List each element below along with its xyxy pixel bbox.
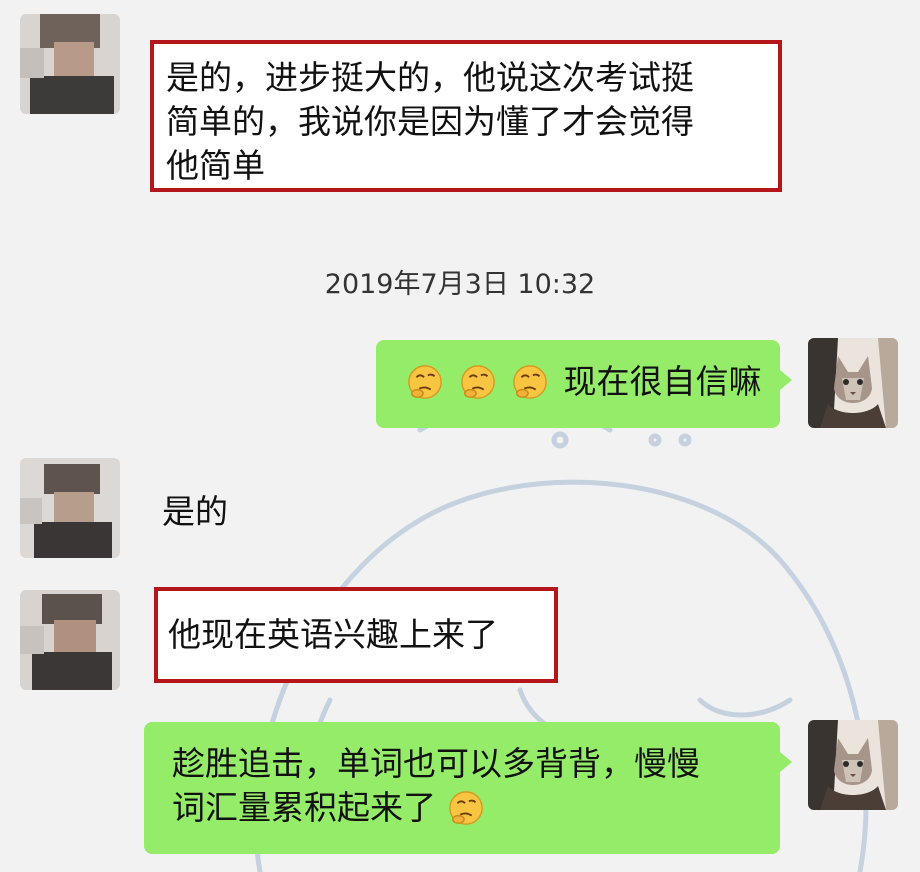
message-text-line: 词汇量累积起来了 [172, 788, 436, 827]
message-text-line: 是的，进步挺大的，他说这次考试挺 [166, 58, 694, 97]
thinking-face-emoji-icon [436, 788, 489, 827]
message-text-line: 趁胜追击，单词也可以多背背，慢慢 [172, 744, 700, 783]
cat-photo-icon [808, 338, 898, 428]
chat-timestamp: 2019年7月3日 10:32 [324, 269, 596, 300]
message-bubble-sent: 现在很自信嘛 [376, 340, 792, 428]
message-text: 现在很自信嘛 [563, 362, 762, 401]
contact-avatar[interactable] [20, 14, 120, 114]
message-bubble-received: 是的 [162, 490, 282, 534]
message-text: 是的 [162, 492, 228, 531]
thinking-face-emoji-icon [459, 362, 512, 401]
message-text: 他现在英语兴趣上来了 [168, 615, 498, 654]
thinking-face-emoji-icon [511, 362, 564, 401]
cat-photo-icon [808, 720, 898, 810]
my-avatar[interactable] [808, 338, 898, 428]
message-bubble-sent: 趁胜追击，单词也可以多背背，慢慢 词汇量累积起来了 [144, 722, 792, 854]
message-text-line: 他简单 [166, 146, 265, 185]
thinking-face-emoji-icon [406, 362, 459, 401]
message-bubble-received-highlighted: 是的，进步挺大的，他说这次考试挺 简单的，我说你是因为懂了才会觉得 他简单 [150, 40, 782, 192]
contact-avatar[interactable] [20, 590, 120, 690]
message-bubble-received-highlighted: 他现在英语兴趣上来了 [154, 587, 558, 683]
my-avatar[interactable] [808, 720, 898, 810]
contact-avatar[interactable] [20, 458, 120, 558]
message-text-line: 简单的，我说你是因为懂了才会觉得 [166, 102, 694, 141]
